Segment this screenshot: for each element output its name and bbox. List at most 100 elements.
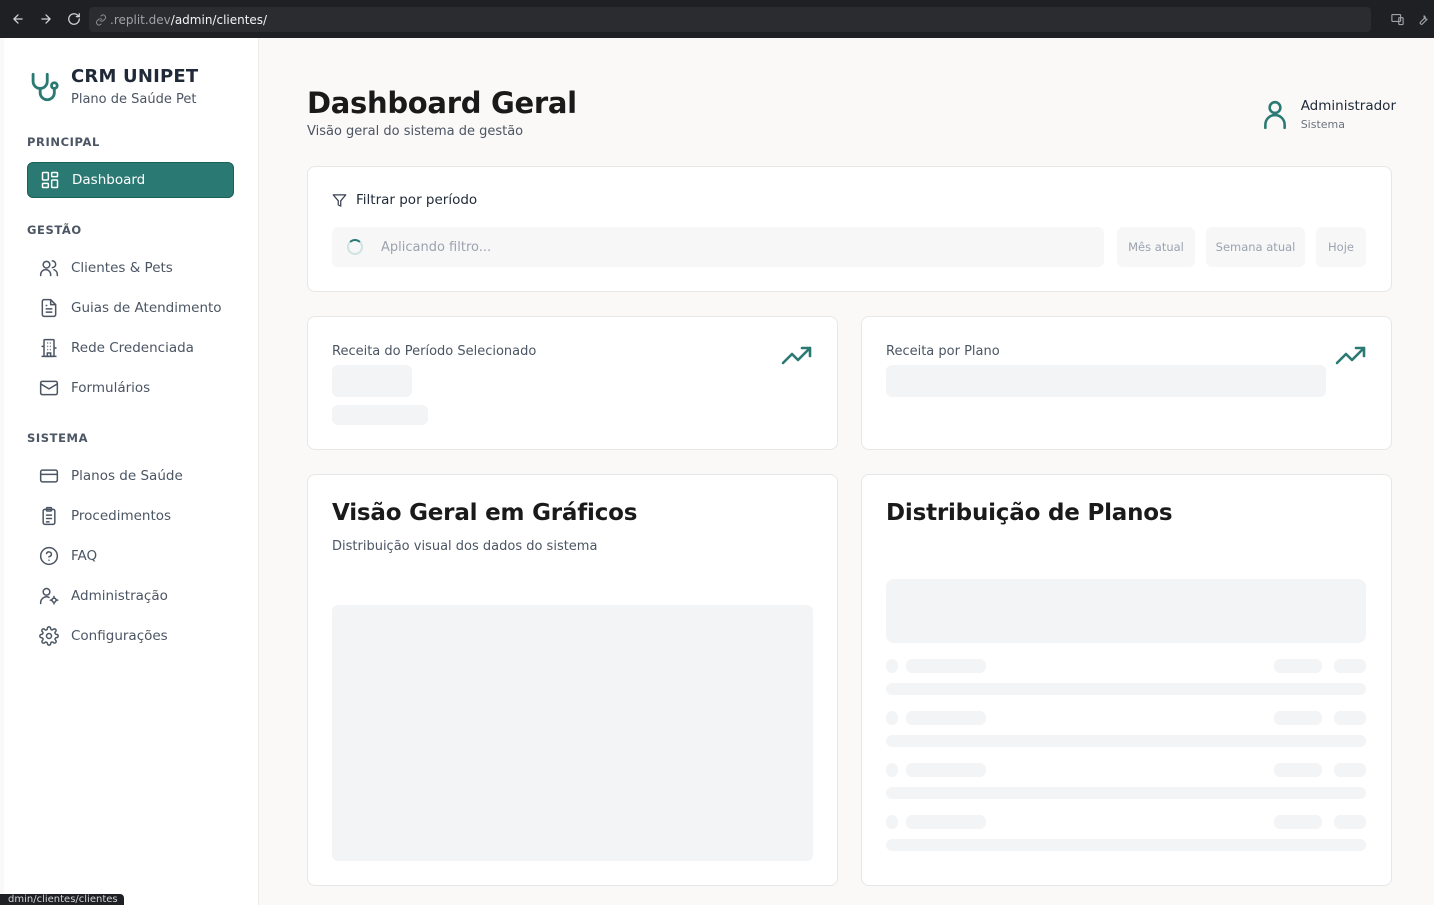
- skeleton-dot: [886, 659, 898, 673]
- skeleton-percent: [1334, 815, 1366, 829]
- plans-distribution-card: Distribuição de Planos: [861, 474, 1392, 886]
- user-role: Sistema: [1300, 118, 1345, 131]
- credit-card-icon: [39, 469, 59, 483]
- skeleton-label: [906, 763, 986, 777]
- spinner-icon: [347, 239, 363, 255]
- plans-title: Distribuição de Planos: [886, 500, 1173, 526]
- sidebar-item-rede[interactable]: Rede Credenciada: [27, 330, 234, 366]
- sidebar-item-label: Clientes & Pets: [71, 260, 173, 276]
- sidebar-item-label: Guias de Atendimento: [71, 300, 222, 316]
- section-sistema: SISTEMA: [27, 431, 89, 445]
- filter-title: Filtrar por período: [356, 192, 478, 208]
- sidebar-item-guias[interactable]: Guias de Atendimento: [27, 290, 234, 326]
- help-circle-icon: [39, 546, 59, 566]
- sidebar-item-dashboard[interactable]: Dashboard: [27, 162, 234, 198]
- main-content: Dashboard Geral Visão geral do sistema d…: [259, 38, 1434, 905]
- skeleton-value: [1274, 659, 1322, 673]
- skeleton-bar: [886, 683, 1366, 695]
- overview-subtitle: Distribuição visual dos dados do sistema: [332, 539, 598, 554]
- arrow-right-icon: [41, 14, 51, 24]
- sidebar-item-label: Planos de Saúde: [71, 468, 183, 484]
- filter-icon: [332, 193, 347, 207]
- app-container: CRM UNIPET Plano de Saúde Pet PRINCIPAL …: [4, 38, 1434, 905]
- overview-charts-card: Visão Geral em Gráficos Distribuição vis…: [307, 474, 838, 886]
- dashboard-icon: [41, 171, 59, 189]
- filter-header: Filtrar por período: [332, 192, 477, 208]
- user-name: Administrador: [1300, 98, 1396, 114]
- sidebar-item-label: Formulários: [71, 380, 151, 396]
- skeleton-value: [1274, 711, 1322, 725]
- skeleton-dot: [886, 763, 898, 777]
- revenue-period-label: Receita do Período Selecionado: [332, 344, 537, 359]
- link-icon: [96, 14, 106, 25]
- skeleton-percent: [1334, 711, 1366, 725]
- skeleton-value: [1274, 763, 1322, 777]
- document-icon: [41, 298, 57, 318]
- trending-up-icon: [1335, 346, 1366, 365]
- brand: CRM UNIPET Plano de Saúde Pet: [26, 66, 198, 107]
- wrench-icon[interactable]: [1415, 12, 1430, 27]
- skeleton-dot: [886, 711, 898, 725]
- sidebar-item-clientes[interactable]: Clientes & Pets: [27, 250, 234, 286]
- sidebar-item-label: FAQ: [71, 548, 98, 564]
- browser-toolbar: .replit.dev/admin/clientes/: [0, 0, 1434, 38]
- sidebar-item-formularios[interactable]: Formulários: [27, 370, 234, 406]
- filter-loading-text: Aplicando filtro...: [381, 239, 492, 255]
- skeleton-bar: [886, 839, 1366, 851]
- mail-icon: [39, 380, 59, 396]
- period-filter-card: Filtrar por período Aplicando filtro... …: [307, 166, 1392, 292]
- address-bar[interactable]: .replit.dev/admin/clientes/: [89, 7, 1371, 32]
- skeleton-bar: [886, 735, 1366, 747]
- reload-button[interactable]: [60, 0, 88, 38]
- skeleton-label: [906, 815, 986, 829]
- revenue-plan-label: Receita por Plano: [886, 344, 1000, 359]
- sidebar-item-faq[interactable]: FAQ: [27, 538, 234, 574]
- user-cog-icon: [39, 587, 59, 605]
- stethoscope-icon: [31, 72, 59, 102]
- status-bar-link: dmin/clientes/clientes: [0, 894, 124, 905]
- brand-title: CRM UNIPET: [71, 66, 199, 87]
- sidebar-item-administracao[interactable]: Administração: [27, 578, 234, 614]
- page-title: Dashboard Geral: [307, 86, 577, 120]
- revenue-plan-card: Receita por Plano: [861, 316, 1392, 450]
- skeleton-value: [332, 365, 412, 397]
- forward-button[interactable]: [32, 0, 60, 38]
- skeleton-chart: [332, 605, 813, 861]
- chip-mes-atual[interactable]: Mês atual: [1117, 227, 1195, 267]
- sidebar-item-planos[interactable]: Planos de Saúde: [27, 458, 234, 494]
- user-icon: [1263, 100, 1286, 129]
- trending-up-icon: [781, 346, 812, 365]
- skeleton-caption: [332, 405, 428, 425]
- sidebar-item-label: Rede Credenciada: [71, 340, 194, 356]
- back-button[interactable]: [4, 0, 32, 38]
- chip-semana-atual[interactable]: Semana atual: [1206, 227, 1305, 267]
- gear-icon: [39, 626, 59, 646]
- revenue-period-card: Receita do Período Selecionado: [307, 316, 838, 450]
- skeleton-value: [886, 365, 1326, 397]
- skeleton-percent: [1334, 659, 1366, 673]
- devices-icon[interactable]: [1390, 12, 1405, 27]
- reload-icon: [68, 13, 80, 25]
- user-menu[interactable]: Administrador Sistema: [1262, 98, 1396, 131]
- clipboard-icon: [42, 506, 56, 526]
- section-principal: PRINCIPAL: [27, 135, 100, 149]
- sidebar-item-label: Configurações: [71, 628, 168, 644]
- sidebar-item-procedimentos[interactable]: Procedimentos: [27, 498, 234, 534]
- skeleton-bar: [886, 787, 1366, 799]
- sidebar-item-label: Procedimentos: [71, 508, 172, 524]
- section-gestao: GESTÃO: [27, 223, 82, 237]
- sidebar: CRM UNIPET Plano de Saúde Pet PRINCIPAL …: [4, 38, 259, 905]
- skeleton-label: [906, 711, 986, 725]
- url-host: .replit.dev: [110, 12, 171, 27]
- users-icon: [39, 260, 59, 277]
- sidebar-item-label: Administração: [71, 588, 168, 604]
- arrow-left-icon: [13, 14, 23, 24]
- skeleton-dot: [886, 815, 898, 829]
- chip-hoje[interactable]: Hoje: [1316, 227, 1366, 267]
- sidebar-item-configuracoes[interactable]: Configurações: [27, 618, 234, 654]
- sidebar-item-label: Dashboard: [72, 172, 146, 188]
- skeleton-summary: [886, 579, 1366, 643]
- skeleton-label: [906, 659, 986, 673]
- overview-title: Visão Geral em Gráficos: [332, 500, 638, 526]
- building-icon: [41, 338, 57, 358]
